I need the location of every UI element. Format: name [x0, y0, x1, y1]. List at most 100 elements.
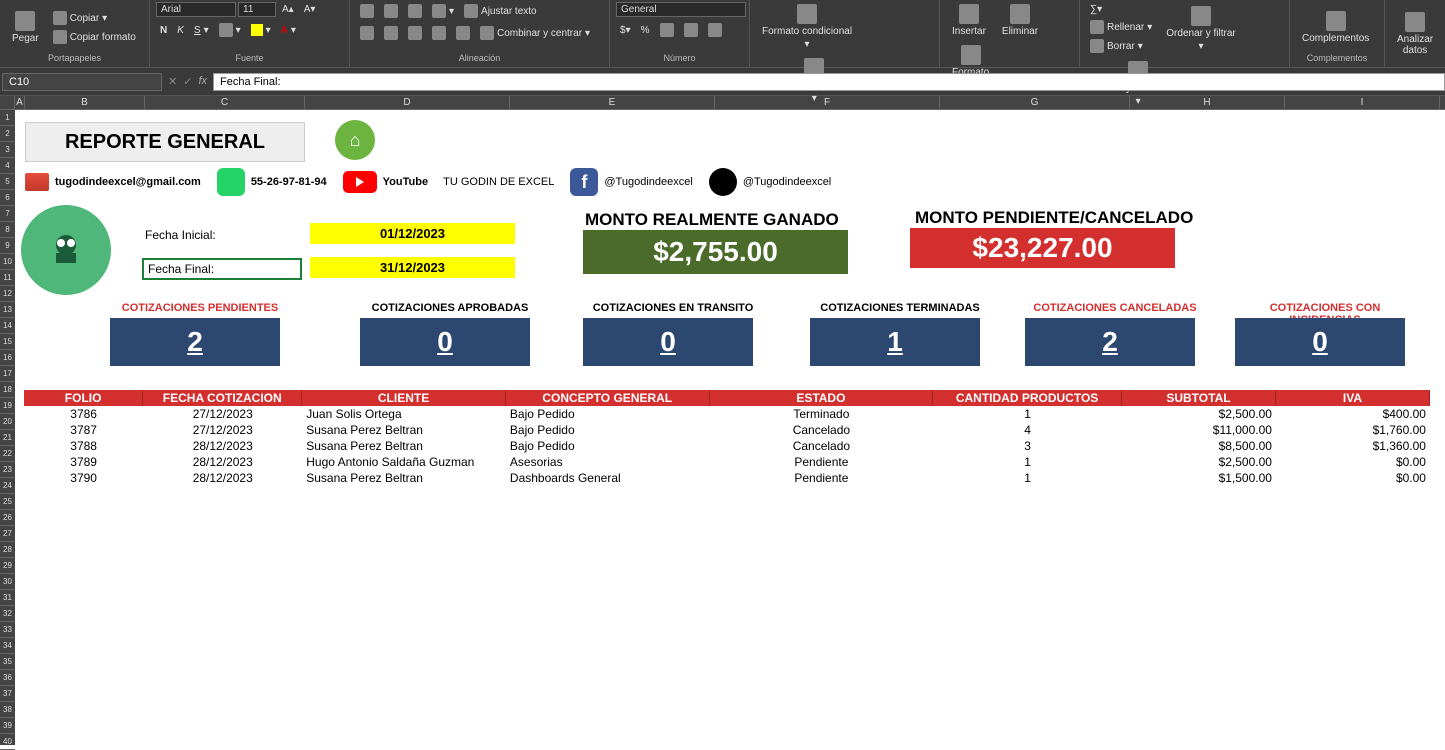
stat-box-0[interactable]: 2	[110, 318, 280, 366]
row-header-2[interactable]: 2	[0, 126, 15, 142]
col-header-A[interactable]: A	[15, 96, 25, 109]
col-header-F[interactable]: F	[715, 96, 940, 109]
addins-button[interactable]: Complementos	[1296, 9, 1375, 46]
fill-color-button[interactable]: ▾	[247, 21, 275, 39]
fx-icon[interactable]: fx	[198, 75, 207, 88]
row-header-36[interactable]: 36	[0, 670, 15, 686]
row-header-38[interactable]: 38	[0, 702, 15, 718]
increase-font-button[interactable]: A▴	[278, 2, 298, 17]
row-header-30[interactable]: 30	[0, 574, 15, 590]
row-header-8[interactable]: 8	[0, 222, 15, 238]
font-name-select[interactable]	[156, 2, 236, 17]
col-header-C[interactable]: C	[145, 96, 305, 109]
fecha-final-value[interactable]: 31/12/2023	[310, 257, 515, 278]
row-header-33[interactable]: 33	[0, 622, 15, 638]
row-header-9[interactable]: 9	[0, 238, 15, 254]
row-header-25[interactable]: 25	[0, 494, 15, 510]
increase-indent-button[interactable]	[452, 24, 474, 42]
row-header-15[interactable]: 15	[0, 334, 15, 350]
increase-decimal-button[interactable]	[680, 21, 702, 39]
comma-button[interactable]	[656, 21, 678, 39]
clear-button[interactable]: Borrar▾	[1086, 37, 1156, 55]
row-header-12[interactable]: 12	[0, 286, 15, 302]
row-header-28[interactable]: 28	[0, 542, 15, 558]
align-middle-button[interactable]	[380, 2, 402, 20]
align-right-button[interactable]	[404, 24, 426, 42]
home-button[interactable]: ⌂	[335, 120, 375, 160]
orientation-button[interactable]: ▾	[428, 2, 458, 20]
row-header-6[interactable]: 6	[0, 190, 15, 206]
copy-button[interactable]: Copiar▾	[49, 9, 140, 27]
row-header-14[interactable]: 14	[0, 318, 15, 334]
fecha-inicial-value[interactable]: 01/12/2023	[310, 223, 515, 244]
table-row[interactable]: 378928/12/2023Hugo Antonio Saldaña Guzma…	[24, 455, 1430, 471]
row-header-13[interactable]: 13	[0, 302, 15, 318]
fill-button[interactable]: Rellenar▾	[1086, 18, 1156, 36]
row-header-34[interactable]: 34	[0, 638, 15, 654]
align-left-button[interactable]	[356, 24, 378, 42]
row-header-17[interactable]: 17	[0, 366, 15, 382]
row-header-31[interactable]: 31	[0, 590, 15, 606]
row-header-37[interactable]: 37	[0, 686, 15, 702]
decrease-decimal-button[interactable]	[704, 21, 726, 39]
row-header-32[interactable]: 32	[0, 606, 15, 622]
row-header-20[interactable]: 20	[0, 414, 15, 430]
row-header-40[interactable]: 40	[0, 734, 15, 750]
table-row[interactable]: 378727/12/2023Susana Perez BeltranBajo P…	[24, 423, 1430, 439]
row-header-26[interactable]: 26	[0, 510, 15, 526]
conditional-format-button[interactable]: Formato condicional▾	[756, 2, 858, 52]
align-bottom-button[interactable]	[404, 2, 426, 20]
row-header-16[interactable]: 16	[0, 350, 15, 366]
col-header-G[interactable]: G	[940, 96, 1130, 109]
format-painter-button[interactable]: Copiar formato	[49, 28, 140, 46]
autosum-button[interactable]: ∑▾	[1086, 2, 1156, 17]
row-header-24[interactable]: 24	[0, 478, 15, 494]
row-header-29[interactable]: 29	[0, 558, 15, 574]
row-header-18[interactable]: 18	[0, 382, 15, 398]
row-header-35[interactable]: 35	[0, 654, 15, 670]
fecha-final-cell[interactable]: Fecha Final:	[142, 258, 302, 280]
row-header-1[interactable]: 1	[0, 110, 15, 126]
col-header-H[interactable]: H	[1130, 96, 1285, 109]
row-header-5[interactable]: 5	[0, 174, 15, 190]
stat-box-5[interactable]: 0	[1235, 318, 1405, 366]
formula-input[interactable]	[213, 73, 1445, 91]
bold-button[interactable]: N	[156, 21, 171, 39]
col-header-I[interactable]: I	[1285, 96, 1440, 109]
analyze-data-button[interactable]: Analizar datos	[1391, 10, 1439, 58]
row-header-3[interactable]: 3	[0, 142, 15, 158]
row-header-19[interactable]: 19	[0, 398, 15, 414]
table-row[interactable]: 378627/12/2023Juan Solis OrtegaBajo Pedi…	[24, 407, 1430, 423]
select-all-corner[interactable]	[0, 96, 15, 109]
number-format-select[interactable]	[616, 2, 746, 17]
stat-box-4[interactable]: 2	[1025, 318, 1195, 366]
name-box[interactable]	[2, 73, 162, 91]
align-top-button[interactable]	[356, 2, 378, 20]
col-header-E[interactable]: E	[510, 96, 715, 109]
stat-box-2[interactable]: 0	[583, 318, 753, 366]
align-center-button[interactable]	[380, 24, 402, 42]
table-row[interactable]: 378828/12/2023Susana Perez BeltranBajo P…	[24, 439, 1430, 455]
underline-button[interactable]: S▾	[190, 21, 213, 39]
paste-button[interactable]: Pegar	[6, 9, 45, 46]
row-header-7[interactable]: 7	[0, 206, 15, 222]
sort-filter-button[interactable]: Ordenar y filtrar▾	[1160, 4, 1241, 54]
enter-formula-icon[interactable]: ✓	[183, 75, 192, 88]
stat-box-1[interactable]: 0	[360, 318, 530, 366]
row-header-11[interactable]: 11	[0, 270, 15, 286]
italic-button[interactable]: K	[173, 21, 188, 39]
merge-center-button[interactable]: Combinar y centrar▾	[476, 24, 594, 42]
row-header-10[interactable]: 10	[0, 254, 15, 270]
col-header-B[interactable]: B	[25, 96, 145, 109]
stat-box-3[interactable]: 1	[810, 318, 980, 366]
spreadsheet-canvas[interactable]: REPORTE GENERAL ⌂ tugodindeexcel@gmail.c…	[15, 110, 1445, 745]
delete-cells-button[interactable]: Eliminar	[996, 2, 1044, 39]
row-header-27[interactable]: 27	[0, 526, 15, 542]
decrease-font-button[interactable]: A▾	[300, 2, 320, 17]
percent-button[interactable]: %	[637, 21, 654, 39]
row-header-23[interactable]: 23	[0, 462, 15, 478]
row-header-39[interactable]: 39	[0, 718, 15, 734]
row-header-22[interactable]: 22	[0, 446, 15, 462]
cancel-formula-icon[interactable]: ✕	[168, 75, 177, 88]
decrease-indent-button[interactable]	[428, 24, 450, 42]
